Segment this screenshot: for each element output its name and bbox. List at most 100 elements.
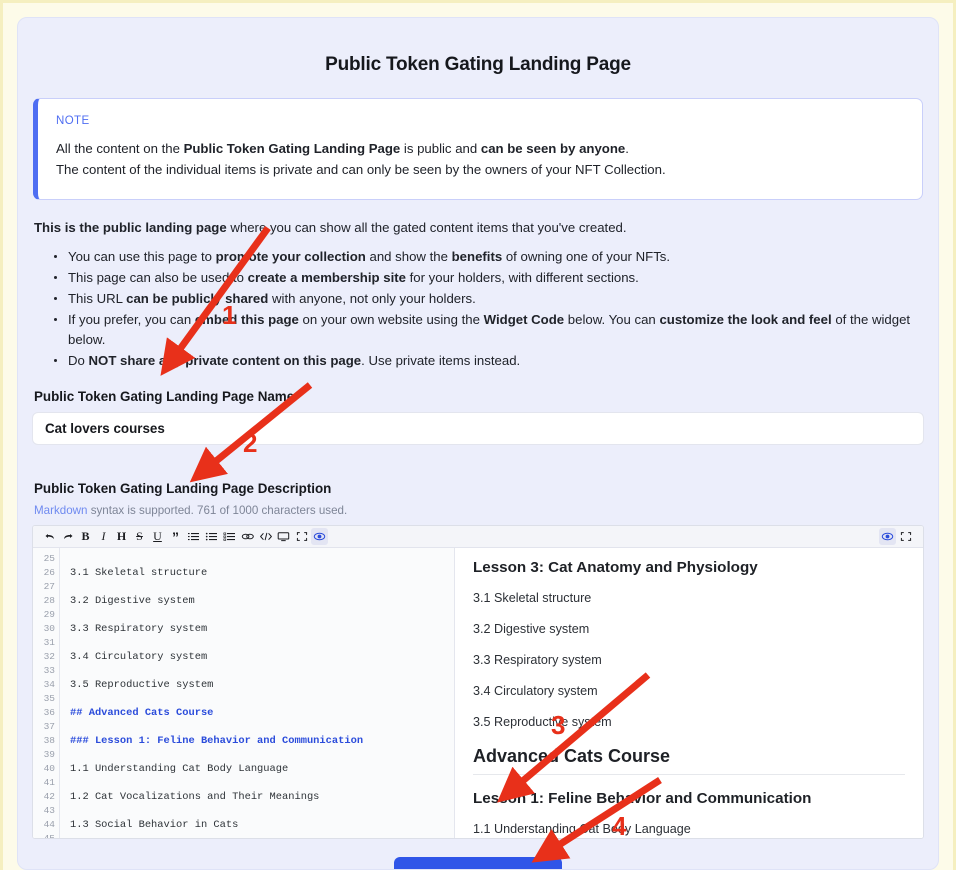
bullet-0-e: of owning one of your NFTs. xyxy=(502,249,670,264)
markdown-link[interactable]: Markdown xyxy=(34,504,87,517)
undo-icon[interactable] xyxy=(41,528,58,545)
code-line[interactable] xyxy=(70,804,454,818)
bold-icon[interactable]: B xyxy=(77,528,94,545)
unordered-list-icon[interactable] xyxy=(203,528,220,545)
line-number: 37 xyxy=(33,720,55,734)
preview-p: 3.4 Circulatory system xyxy=(473,684,905,698)
underline-icon[interactable]: U xyxy=(149,528,166,545)
redo-icon[interactable] xyxy=(59,528,76,545)
fullscreen-icon[interactable] xyxy=(897,528,914,545)
code-line[interactable]: 3.4 Circulatory system xyxy=(70,650,454,664)
code-line[interactable]: 3.2 Digestive system xyxy=(70,594,454,608)
line-number: 40 xyxy=(33,762,55,776)
italic-icon[interactable]: I xyxy=(95,528,112,545)
strikethrough-icon[interactable]: S xyxy=(131,528,148,545)
line-number: 36 xyxy=(33,706,55,720)
ordered-list-icon[interactable] xyxy=(185,528,202,545)
list-item: Do NOT share any private content on this… xyxy=(54,351,924,371)
bullet-1-a: This page can also be used to xyxy=(68,270,248,285)
intro-rest: where you can show all the gated content… xyxy=(227,220,627,235)
preview-eye-icon[interactable] xyxy=(311,528,328,545)
line-number: 43 xyxy=(33,804,55,818)
bullet-3-e: below. You can xyxy=(564,312,659,327)
bullet-0-a: You can use this page to xyxy=(68,249,216,264)
markdown-preview-pane: Lesson 3: Cat Anatomy and Physiology3.1 … xyxy=(455,548,923,838)
code-line[interactable] xyxy=(70,664,454,678)
editor-toolbar: B I H S U ” xyxy=(33,526,923,548)
code-line[interactable] xyxy=(70,692,454,706)
bullet-3-a: If you prefer, you can xyxy=(68,312,195,327)
note-callout: NOTE All the content on the Public Token… xyxy=(33,98,923,200)
bullet-2-c: with anyone, not only your holders. xyxy=(268,291,475,306)
code-line[interactable]: 3.3 Respiratory system xyxy=(70,622,454,636)
preview-eye-icon[interactable] xyxy=(879,528,896,545)
checklist-icon[interactable] xyxy=(221,528,238,545)
code-line[interactable] xyxy=(70,580,454,594)
description-field-label: Public Token Gating Landing Page Descrip… xyxy=(34,481,924,496)
heading-icon[interactable]: H xyxy=(113,528,130,545)
code-line[interactable] xyxy=(70,832,454,839)
intro-paragraph: This is the public landing page where yo… xyxy=(34,220,924,235)
preview-p: 3.5 Reproductive system xyxy=(473,715,905,729)
code-line[interactable]: 3.1 Skeletal structure xyxy=(70,566,454,580)
fullscreen-icon[interactable] xyxy=(293,528,310,545)
code-icon[interactable] xyxy=(257,528,274,545)
code-line[interactable]: ### Lesson 1: Feline Behavior and Commun… xyxy=(70,734,454,748)
landing-page-name-input[interactable] xyxy=(32,412,924,445)
code-line[interactable] xyxy=(70,748,454,762)
save-area: Save changes Page saved successfully xyxy=(32,857,924,870)
bullet-1-b: create a membership site xyxy=(248,270,406,285)
preview-h3: Lesson 1: Feline Behavior and Communicat… xyxy=(473,790,905,807)
markdown-helper-text: Markdown syntax is supported. 761 of 100… xyxy=(34,504,924,517)
image-icon[interactable] xyxy=(275,528,292,545)
code-line[interactable] xyxy=(70,720,454,734)
preview-p: 3.2 Digestive system xyxy=(473,622,905,636)
note-label: NOTE xyxy=(56,115,904,127)
save-button[interactable]: Save changes xyxy=(394,857,562,870)
preview-p: 1.1 Understanding Cat Body Language xyxy=(473,822,905,836)
bullet-3-d: Widget Code xyxy=(484,312,564,327)
code-line[interactable]: 1.1 Understanding Cat Body Language xyxy=(70,762,454,776)
code-line[interactable]: 3.5 Reproductive system xyxy=(70,678,454,692)
preview-p: 3.3 Respiratory system xyxy=(473,653,905,667)
bullet-3-b: embed this page xyxy=(195,312,299,327)
line-number: 39 xyxy=(33,748,55,762)
line-number: 26 xyxy=(33,566,55,580)
code-line[interactable]: 1.3 Social Behavior in Cats xyxy=(70,818,454,832)
code-line[interactable] xyxy=(70,552,454,566)
code-line[interactable] xyxy=(70,608,454,622)
bullet-4-b: NOT share any private content on this pa… xyxy=(89,353,362,368)
code-line[interactable] xyxy=(70,776,454,790)
line-number: 45 xyxy=(33,832,55,839)
code-line[interactable]: 1.2 Cat Vocalizations and Their Meanings xyxy=(70,790,454,804)
bullet-4-a: Do xyxy=(68,353,89,368)
line-number: 38 xyxy=(33,734,55,748)
page-bottom-strip xyxy=(0,870,956,878)
markdown-helper-rest: syntax is supported. 761 of 1000 charact… xyxy=(87,504,347,517)
list-item: This page can also be used to create a m… xyxy=(54,268,924,288)
note-line-1-part-e: . xyxy=(625,141,629,156)
line-number: 27 xyxy=(33,580,55,594)
bullet-0-d: benefits xyxy=(452,249,503,264)
line-number: 30 xyxy=(33,622,55,636)
bullet-2-b: can be publicly shared xyxy=(126,291,268,306)
preview-h3: Lesson 3: Cat Anatomy and Physiology xyxy=(473,559,905,576)
list-item: If you prefer, you can embed this page o… xyxy=(54,310,924,350)
note-line-1-bold-page: Public Token Gating Landing Page xyxy=(184,141,401,156)
note-line-1-part-a: All the content on the xyxy=(56,141,184,156)
code-line[interactable] xyxy=(70,636,454,650)
note-line-1: All the content on the Public Token Gati… xyxy=(56,138,904,159)
code-line[interactable]: ## Advanced Cats Course xyxy=(70,706,454,720)
note-line-1-part-c: is public and xyxy=(400,141,481,156)
line-number-gutter: 2526272829303132333435363738394041424344… xyxy=(33,548,60,838)
markdown-source-text[interactable]: 3.1 Skeletal structure 3.2 Digestive syst… xyxy=(60,548,454,838)
line-number: 35 xyxy=(33,692,55,706)
info-bullet-list: You can use this page to promote your co… xyxy=(32,247,924,371)
markdown-source-pane[interactable]: 2526272829303132333435363738394041424344… xyxy=(33,548,455,838)
quote-icon[interactable]: ” xyxy=(167,528,184,545)
page-title: Public Token Gating Landing Page xyxy=(32,54,924,76)
bullet-0-b: promote your collection xyxy=(216,249,366,264)
list-item: This URL can be publicly shared with any… xyxy=(54,289,924,309)
line-number: 41 xyxy=(33,776,55,790)
link-icon[interactable] xyxy=(239,528,256,545)
